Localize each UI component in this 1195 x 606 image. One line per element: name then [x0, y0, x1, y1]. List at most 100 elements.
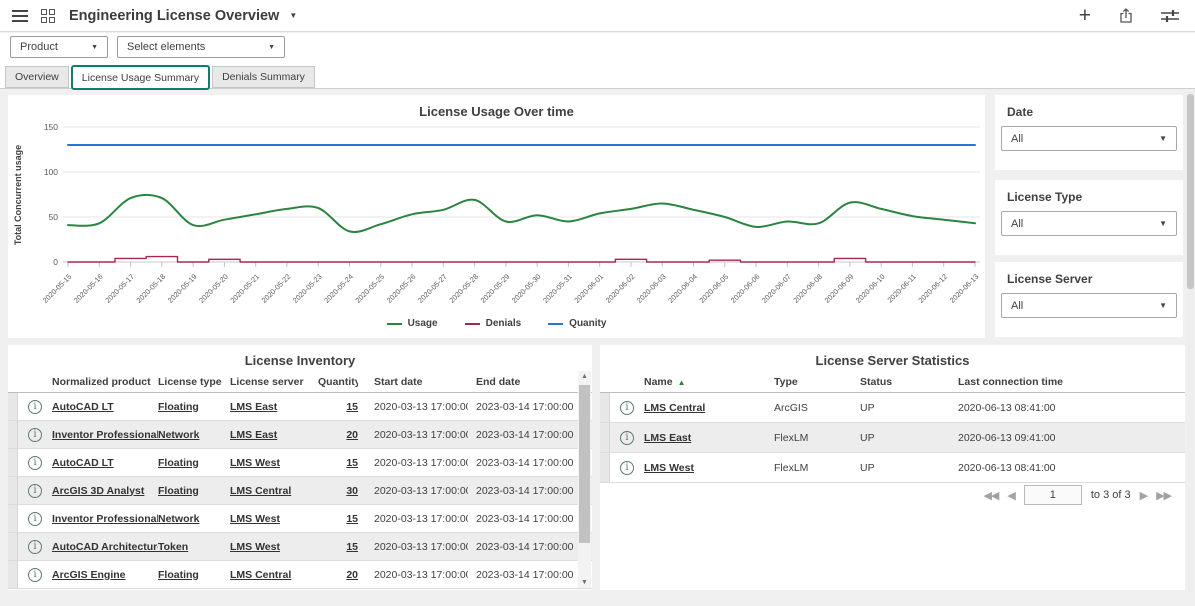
menu-icon[interactable]	[12, 10, 28, 22]
server-name-link[interactable]: LMS West	[644, 462, 694, 474]
license-server-link[interactable]: LMS East	[230, 401, 277, 413]
column-header-normalized-product[interactable]: Normalized product	[52, 376, 158, 388]
info-icon[interactable]: i	[28, 456, 42, 470]
license-type-link[interactable]: Token	[158, 541, 188, 553]
column-header-type[interactable]: Type	[774, 376, 860, 388]
elements-select-value: Select elements	[127, 41, 205, 53]
quantity-link[interactable]: 15	[346, 541, 358, 553]
first-page-icon[interactable]: ◀◀	[983, 489, 998, 502]
server-name-link[interactable]: LMS Central	[644, 402, 705, 414]
quantity-link[interactable]: 30	[346, 485, 358, 497]
settings-sliders-icon[interactable]	[1161, 9, 1179, 23]
quantity-link[interactable]: 15	[346, 457, 358, 469]
table-row: iAutoCAD LTFloatingLMS East152020-03-13 …	[8, 393, 592, 421]
license-type-link[interactable]: Floating	[158, 569, 199, 581]
legend-item-quanity[interactable]: Quanity	[548, 318, 606, 329]
normalized-product-link[interactable]: Inventor Professional	[52, 429, 158, 441]
info-icon[interactable]: i	[28, 568, 42, 582]
column-header-end-date[interactable]: End date	[468, 376, 578, 388]
column-header-license-server[interactable]: License server	[230, 376, 318, 388]
license-server-link[interactable]: LMS East	[230, 429, 277, 441]
quantity-link[interactable]: 20	[346, 569, 358, 581]
column-header-status[interactable]: Status	[860, 376, 958, 388]
sheet-tabs: Overview License Usage Summary Denials S…	[0, 61, 1195, 89]
license-type-link[interactable]: Floating	[158, 457, 199, 469]
last-page-icon[interactable]: ▶▶	[1156, 489, 1171, 502]
license-type: Network	[158, 513, 230, 525]
server-name: LMS East	[644, 432, 774, 444]
next-page-icon[interactable]: ▶	[1140, 489, 1147, 502]
normalized-product-link[interactable]: ArcGIS Engine	[52, 569, 126, 581]
normalized-product: Inventor Professional	[52, 513, 158, 525]
scrollbar-thumb[interactable]	[1187, 94, 1194, 289]
line-chart[interactable]: 0501001502020-05-152020-05-162020-05-172…	[8, 95, 985, 338]
column-header-license-type[interactable]: License type	[158, 376, 230, 388]
license-server-link[interactable]: LMS West	[230, 541, 280, 553]
inventory-body: iAutoCAD LTFloatingLMS East152020-03-13 …	[8, 393, 592, 589]
dimension-select-value: Product	[20, 41, 58, 53]
quantity-link[interactable]: 20	[346, 429, 358, 441]
legend-item-usage[interactable]: Usage	[387, 318, 438, 329]
server-name-link[interactable]: LMS East	[644, 432, 691, 444]
column-header-quantity[interactable]: Quantity	[318, 376, 358, 388]
normalized-product-link[interactable]: AutoCAD LT	[52, 401, 114, 413]
tab-overview[interactable]: Overview	[5, 66, 69, 88]
tab-denials-summary[interactable]: Denials Summary	[212, 66, 315, 88]
row-gutter	[8, 561, 18, 588]
license-type-link[interactable]: Network	[158, 513, 199, 525]
add-icon[interactable]: +	[1079, 5, 1091, 26]
app-title: Engineering License Overview	[69, 8, 279, 24]
scroll-down-icon[interactable]: ▼	[578, 579, 591, 586]
info-icon[interactable]: i	[28, 484, 42, 498]
quantity-link[interactable]: 15	[346, 401, 358, 413]
title-dropdown-caret-icon[interactable]: ▼	[289, 11, 297, 20]
filter-card-license-server: License Server All ▼	[995, 262, 1183, 337]
legend-item-denials[interactable]: Denials	[465, 318, 522, 329]
previous-page-icon[interactable]: ◀	[1007, 489, 1014, 502]
svg-text:2020-05-31: 2020-05-31	[541, 272, 574, 305]
column-header-start-date[interactable]: Start date	[358, 376, 468, 388]
info-icon[interactable]: i	[28, 400, 42, 414]
quantity: 20	[318, 569, 358, 581]
license-type-link[interactable]: Floating	[158, 401, 199, 413]
table-row: iAutoCAD LTFloatingLMS West152020-03-13 …	[8, 449, 592, 477]
page-input[interactable]	[1024, 485, 1082, 505]
table-title: License Inventory	[8, 345, 592, 368]
app-grid-icon[interactable]	[41, 9, 55, 23]
info-icon[interactable]: i	[28, 540, 42, 554]
license-server-filter-select[interactable]: All ▼	[1001, 293, 1177, 318]
normalized-product-link[interactable]: AutoCAD LT	[52, 457, 114, 469]
license-inventory-table: License Inventory Normalized product Lic…	[8, 345, 592, 590]
svg-text:2020-05-20: 2020-05-20	[197, 272, 230, 305]
info-icon[interactable]: i	[28, 512, 42, 526]
normalized-product-link[interactable]: AutoCAD Architecture	[52, 541, 158, 553]
info-icon[interactable]: i	[620, 431, 634, 445]
column-header-name[interactable]: Name▲	[644, 376, 774, 388]
window-scrollbar[interactable]	[1187, 92, 1194, 592]
normalized-product-link[interactable]: Inventor Professional	[52, 513, 158, 525]
info-icon[interactable]: i	[620, 401, 634, 415]
license-server-link[interactable]: LMS Central	[230, 485, 291, 497]
scroll-up-icon[interactable]: ▲	[578, 373, 591, 380]
inventory-scrollbar[interactable]: ▲ ▼	[578, 371, 591, 588]
tab-license-usage-summary[interactable]: License Usage Summary	[71, 65, 210, 90]
dimension-select[interactable]: Product ▼	[10, 36, 108, 58]
export-icon[interactable]	[1118, 7, 1134, 24]
column-header-last-connection-time[interactable]: Last connection time	[958, 376, 1178, 388]
info-icon[interactable]: i	[28, 428, 42, 442]
row-gutter	[8, 449, 18, 476]
license-server-link[interactable]: LMS West	[230, 457, 280, 469]
license-type-link[interactable]: Floating	[158, 485, 199, 497]
normalized-product-link[interactable]: ArcGIS 3D Analyst	[52, 485, 144, 497]
scrollbar-thumb[interactable]	[579, 385, 590, 543]
date-filter-select[interactable]: All ▼	[1001, 126, 1177, 151]
license-type-link[interactable]: Network	[158, 429, 199, 441]
table-row: iInventor ProfessionalNetworkLMS East202…	[8, 421, 592, 449]
info-icon[interactable]: i	[620, 461, 634, 475]
license-server-link[interactable]: LMS West	[230, 513, 280, 525]
quantity-link[interactable]: 15	[346, 513, 358, 525]
license-type-filter-select[interactable]: All ▼	[1001, 211, 1177, 236]
elements-select[interactable]: Select elements ▼	[117, 36, 285, 58]
license-server-link[interactable]: LMS Central	[230, 569, 291, 581]
server-type: FlexLM	[774, 462, 860, 474]
